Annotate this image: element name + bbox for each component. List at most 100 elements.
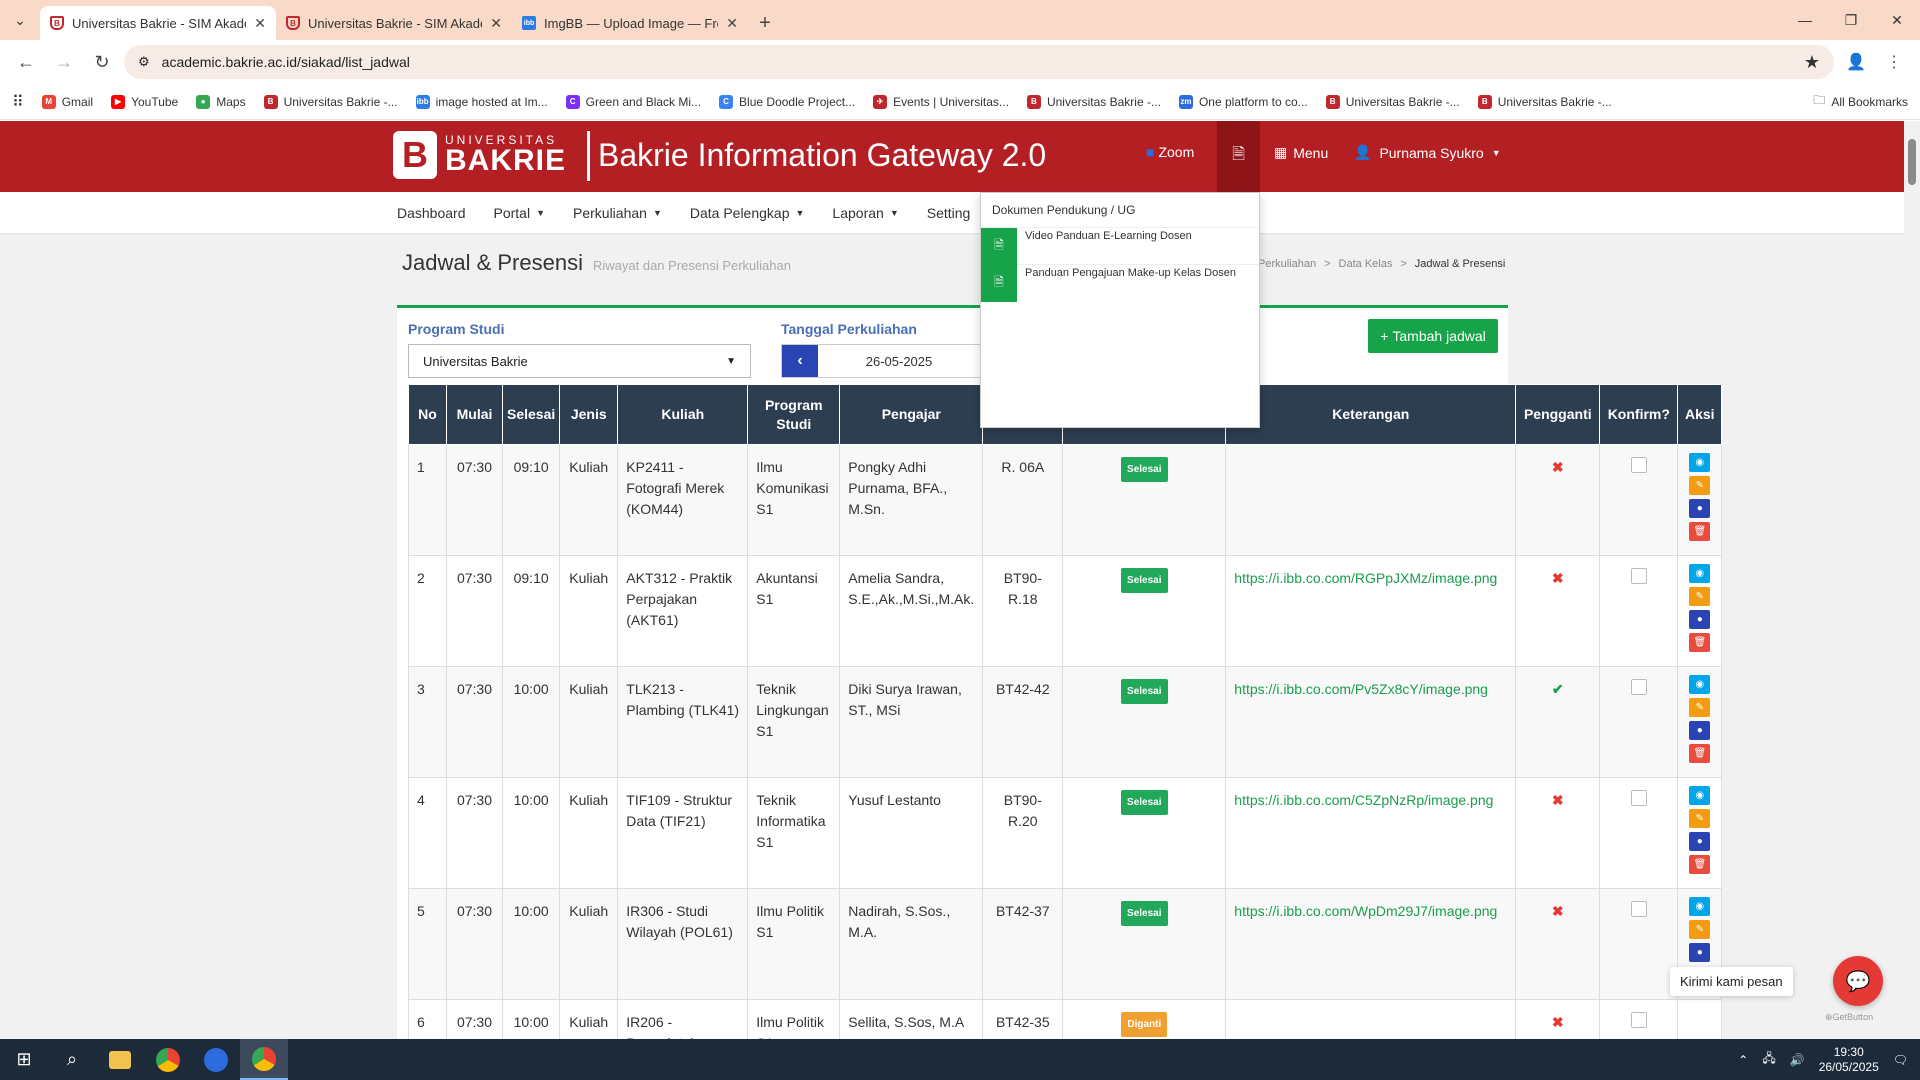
- bookmark-item[interactable]: C Blue Doodle Project...: [719, 94, 855, 109]
- chat-button[interactable]: 💬: [1833, 956, 1883, 1006]
- minimize-icon[interactable]: —: [1782, 0, 1828, 40]
- close-tab-icon[interactable]: ✕: [254, 15, 266, 32]
- confirm-checkbox[interactable]: [1630, 679, 1647, 695]
- bookmark-item[interactable]: B Universitas Bakrie -...: [1026, 94, 1161, 109]
- dropdown-item[interactable]: 🗎 Video Panduan E-Learning Dosen: [981, 227, 1259, 265]
- breadcrumb-item[interactable]: Perkuliahan: [1258, 258, 1316, 270]
- site-info-icon[interactable]: ⚙: [138, 54, 150, 70]
- confirm-checkbox[interactable]: [1630, 457, 1647, 473]
- bookmark-item[interactable]: B Universitas Bakrie -...: [1325, 94, 1460, 109]
- bookmark-item[interactable]: ibb image hosted at Im...: [415, 94, 548, 109]
- previous-date-button[interactable]: ‹: [782, 345, 818, 377]
- view-icon[interactable]: ◉: [1689, 897, 1711, 916]
- date-value[interactable]: 26-05-2025: [818, 345, 980, 377]
- scrollbar-thumb[interactable]: [1908, 139, 1916, 185]
- restore-icon[interactable]: ❐: [1828, 0, 1874, 40]
- notes-link[interactable]: https://i.ibb.co.com/Pv5Zx8cY/image.png: [1234, 681, 1488, 697]
- nav-item[interactable]: Perkuliahan ▼: [573, 205, 662, 221]
- chrome-active-icon[interactable]: [240, 1039, 288, 1080]
- site-logo[interactable]: UNIVERSITAS BAKRIE: [393, 131, 566, 179]
- bookmark-list: M Gmail ▶ YouTube ● Maps B Universitas Bakrie -…: [41, 94, 1612, 109]
- edit-icon[interactable]: ✎: [1689, 587, 1711, 606]
- all-bookmarks[interactable]: 🗀 All Bookmarks: [1813, 91, 1908, 112]
- bookmark-item[interactable]: M Gmail: [41, 94, 93, 109]
- bookmark-item[interactable]: zm One platform to co...: [1178, 94, 1308, 109]
- reload-icon[interactable]: ↻: [86, 46, 118, 78]
- delete-icon[interactable]: 🗑: [1689, 522, 1711, 541]
- profile-icon[interactable]: 👤: [1840, 46, 1872, 78]
- confirm-checkbox[interactable]: [1630, 568, 1647, 584]
- edit-icon[interactable]: ✎: [1689, 809, 1711, 828]
- nav-item[interactable]: Dashboard: [397, 205, 466, 221]
- delete-icon[interactable]: 🗑: [1689, 633, 1711, 652]
- delete-icon[interactable]: 🗑: [1689, 744, 1711, 763]
- user-menu[interactable]: 👤 Purnama Syukro ▼: [1354, 144, 1501, 161]
- nav-item[interactable]: Data Pelengkap ▼: [690, 205, 805, 221]
- menu-button[interactable]: ▦ Menu: [1274, 144, 1328, 161]
- user-assign-icon[interactable]: ●: [1689, 832, 1711, 851]
- add-schedule-button[interactable]: + Tambah jadwal: [1368, 319, 1498, 353]
- bookmark-item[interactable]: B Universitas Bakrie -...: [263, 94, 398, 109]
- network-icon[interactable]: 🖧: [1762, 1049, 1775, 1070]
- browser-tab[interactable]: B Universitas Bakrie - SIM Akadem ✕: [40, 6, 276, 40]
- bookmark-item[interactable]: ▶ YouTube: [111, 94, 178, 109]
- user-assign-icon[interactable]: ●: [1689, 610, 1711, 629]
- close-window-icon[interactable]: ✕: [1874, 0, 1920, 40]
- getbutton-credit[interactable]: ⊕GetButton: [1825, 1012, 1873, 1023]
- edit-icon[interactable]: ✎: [1689, 698, 1711, 717]
- nav-item[interactable]: Laporan ▼: [832, 205, 898, 221]
- view-icon[interactable]: ◉: [1689, 564, 1711, 583]
- browser-tab[interactable]: ibb ImgBB — Upload Image — Free ✕: [512, 6, 748, 40]
- zoom-app-icon[interactable]: [192, 1039, 240, 1080]
- edit-icon[interactable]: ✎: [1689, 920, 1711, 939]
- notes-link[interactable]: https://i.ibb.co.com/C5ZpNzRp/image.png: [1234, 792, 1493, 808]
- confirm-checkbox[interactable]: [1630, 790, 1647, 806]
- view-icon[interactable]: ◉: [1689, 453, 1711, 472]
- clock[interactable]: 19:30 26/05/2025: [1819, 1045, 1879, 1075]
- documents-button[interactable]: 🗎: [1217, 121, 1260, 192]
- prodi-select[interactable]: Universitas Bakrie ▼: [408, 344, 751, 378]
- back-icon[interactable]: ←: [10, 46, 42, 78]
- table-row: 607:3010:00KuliahIR206 - PemerintahanIlm…: [408, 999, 1723, 1039]
- apps-grid-icon[interactable]: ⠿: [12, 92, 24, 112]
- user-assign-icon[interactable]: ●: [1689, 721, 1711, 740]
- close-tab-icon[interactable]: ✕: [490, 15, 502, 32]
- breadcrumb-item[interactable]: Data Kelas: [1339, 258, 1393, 270]
- more-menu-icon[interactable]: ⋮: [1878, 46, 1910, 78]
- view-icon[interactable]: ◉: [1689, 675, 1711, 694]
- chrome-icon[interactable]: [144, 1039, 192, 1080]
- new-tab-button[interactable]: +: [748, 6, 782, 40]
- dropdown-item[interactable]: 🗎 Panduan Pengajuan Make-up Kelas Dosen: [981, 264, 1259, 302]
- chat-label[interactable]: Kirimi kami pesan: [1670, 967, 1793, 996]
- user-assign-icon[interactable]: ●: [1689, 499, 1711, 518]
- bookmark-star-icon[interactable]: ★: [1804, 52, 1820, 73]
- windows-start-icon[interactable]: ⊞: [0, 1039, 48, 1080]
- delete-icon[interactable]: 🗑: [1689, 855, 1711, 874]
- address-bar[interactable]: ⚙ academic.bakrie.ac.id/siakad/list_jadw…: [124, 45, 1834, 79]
- browser-tab[interactable]: B Universitas Bakrie - SIM Akadem ✕: [276, 6, 512, 40]
- edit-icon[interactable]: ✎: [1689, 476, 1711, 495]
- close-tab-icon[interactable]: ✕: [726, 15, 738, 32]
- volume-icon[interactable]: 🔊: [1790, 1053, 1805, 1067]
- notes-link[interactable]: https://i.ibb.co.com/WpDm29J7/image.png: [1234, 903, 1497, 919]
- forward-icon[interactable]: →: [48, 46, 80, 78]
- notes-link[interactable]: https://i.ibb.co.com/RGPpJXMz/image.png: [1234, 570, 1497, 586]
- confirm-checkbox[interactable]: [1630, 1012, 1647, 1028]
- search-icon[interactable]: ⌕: [48, 1039, 96, 1080]
- zoom-link[interactable]: ■ Zoom: [1146, 144, 1194, 160]
- notifications-icon[interactable]: 🗨: [1893, 1053, 1908, 1067]
- confirm-checkbox[interactable]: [1630, 901, 1647, 917]
- user-assign-icon[interactable]: ●: [1689, 943, 1711, 962]
- tab-search-chevron-icon[interactable]: ⌄: [0, 0, 40, 40]
- file-explorer-icon[interactable]: [96, 1039, 144, 1080]
- bookmark-item[interactable]: C Green and Black Mi...: [565, 94, 701, 109]
- view-icon[interactable]: ◉: [1689, 786, 1711, 805]
- bookmark-item[interactable]: ● Maps: [196, 94, 246, 109]
- page-scrollbar[interactable]: [1904, 121, 1920, 1039]
- bookmark-item[interactable]: B Universitas Bakrie -...: [1477, 94, 1612, 109]
- nav-item[interactable]: Setting: [927, 205, 971, 221]
- bookmark-item[interactable]: ✈ Events | Universitas...: [873, 94, 1009, 109]
- bookmark-label: Universitas Bakrie -...: [1345, 94, 1460, 109]
- nav-item[interactable]: Portal ▼: [494, 205, 546, 221]
- tray-chevron-up-icon[interactable]: ⌃: [1738, 1053, 1748, 1067]
